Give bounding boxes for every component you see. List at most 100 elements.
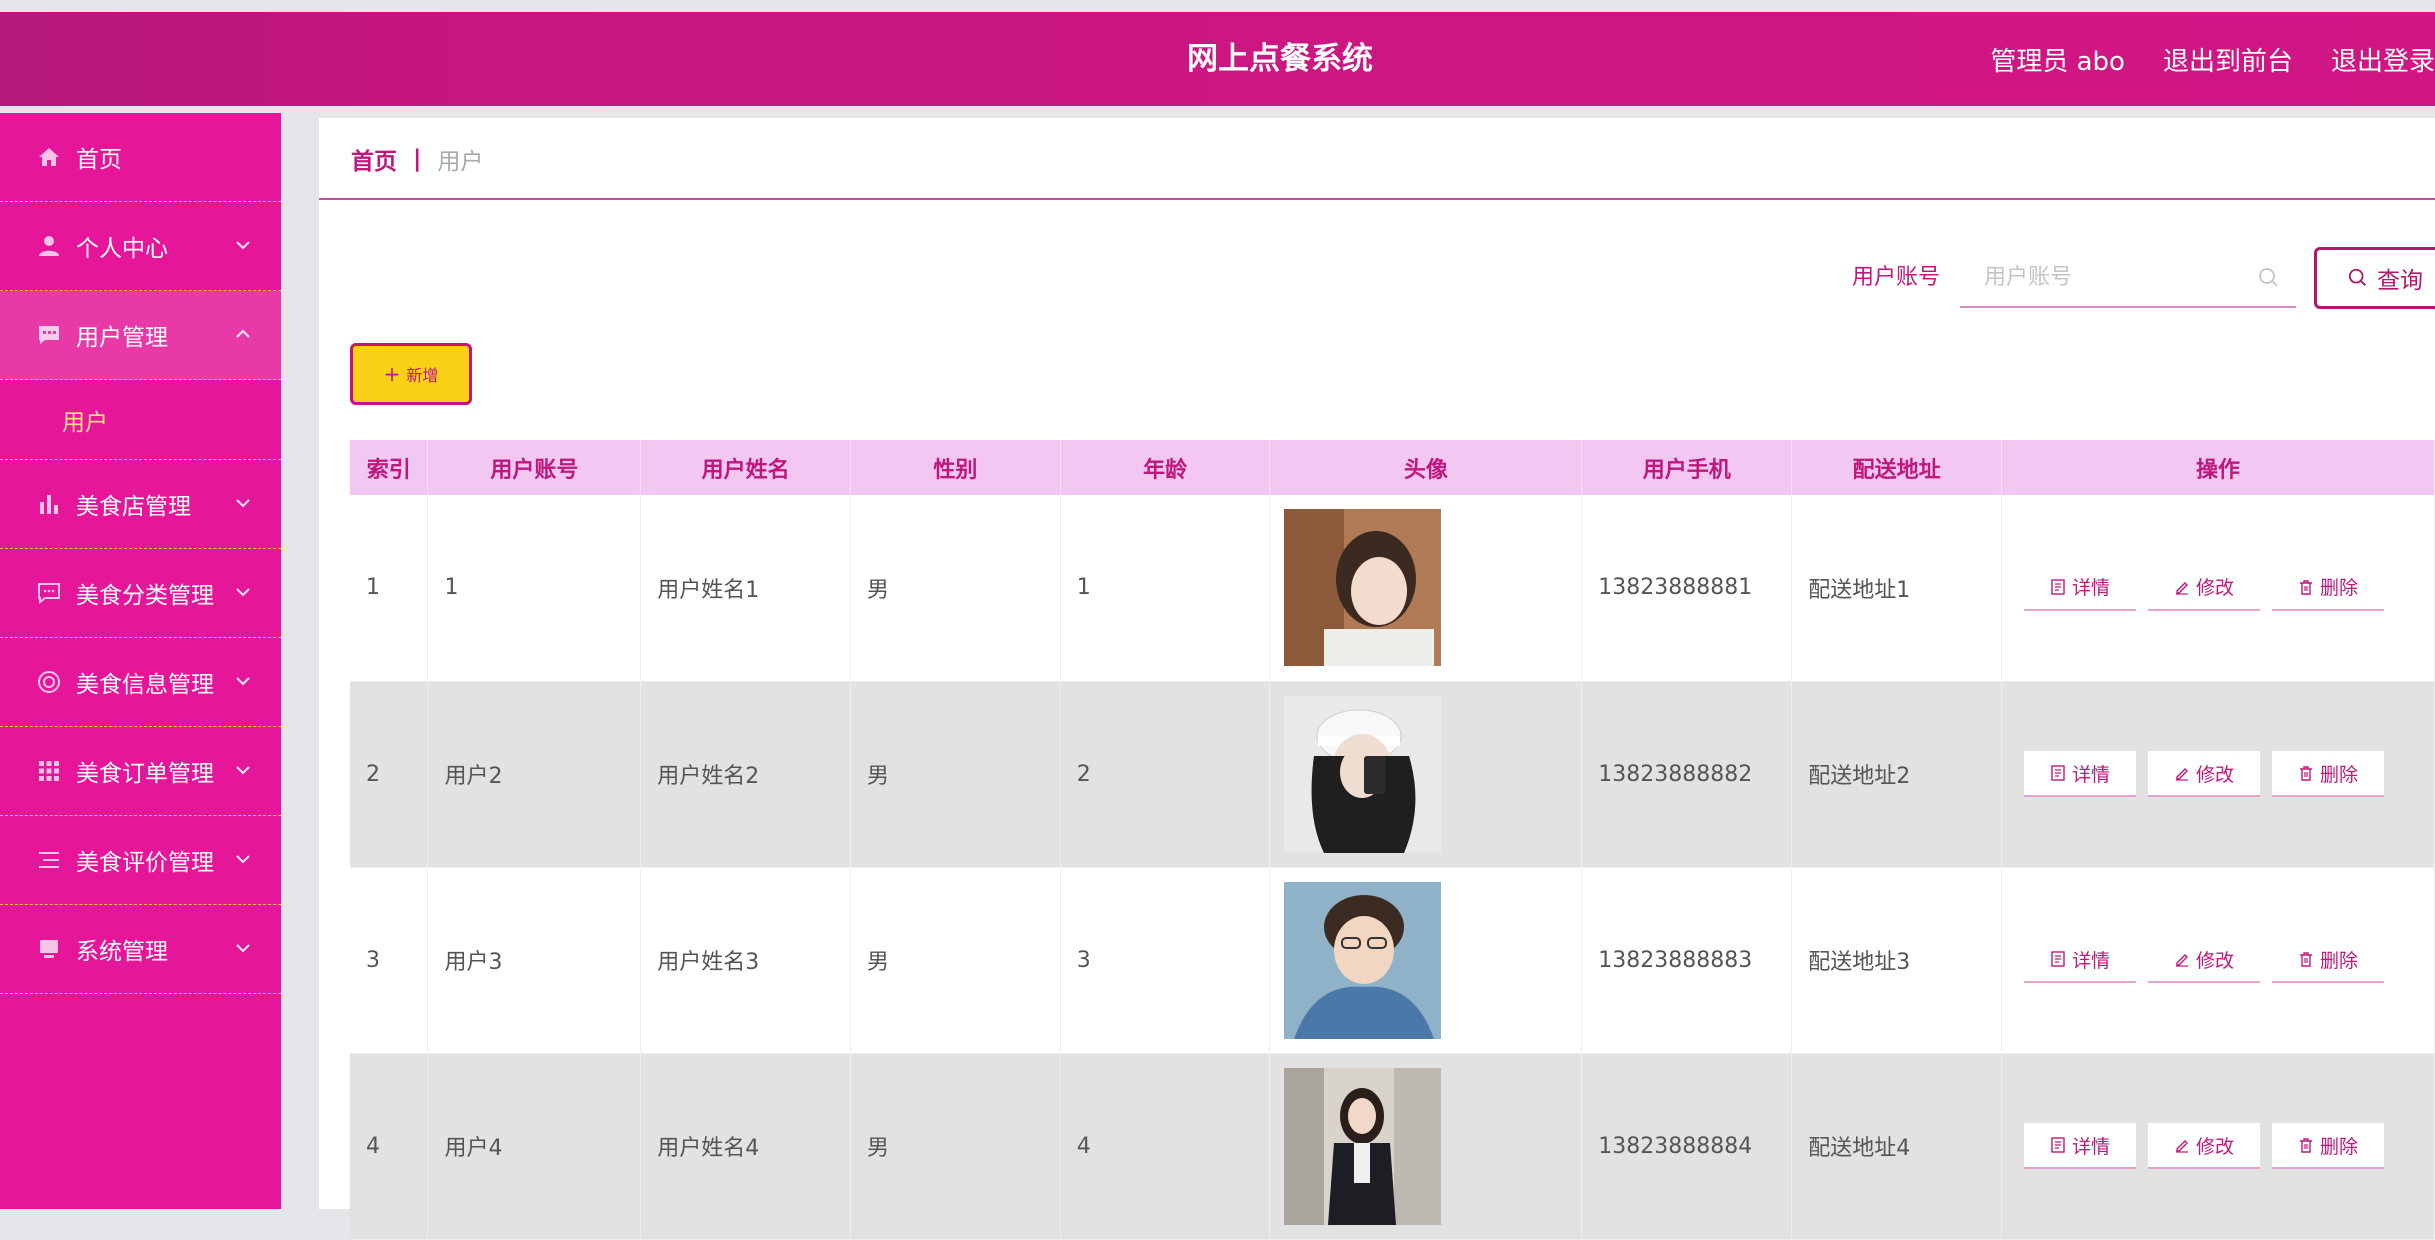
document-icon (2051, 951, 2065, 967)
column-header-account: 用户账号 (427, 440, 642, 495)
edit-button[interactable]: 修改 (2148, 751, 2260, 797)
document-icon (2051, 579, 2065, 595)
header-actions: 管理员 abo 退出到前台 退出登录 (1990, 12, 2435, 106)
search-icon (2259, 268, 2278, 287)
avatar (1284, 1067, 1442, 1225)
row-actions: 详情 修改 删除 (2018, 1123, 2434, 1169)
breadcrumb-home[interactable]: 首页 (351, 142, 397, 176)
chevron-down-icon (236, 499, 250, 508)
sidebar-item-category-management[interactable]: 美食分类管理 (0, 549, 281, 638)
delete-button-label: 删除 (2319, 949, 2358, 972)
sidebar-item-profile[interactable]: 个人中心 (0, 202, 281, 291)
cell-address: 配送地址2 (1791, 681, 2002, 868)
chevron-down-icon (236, 766, 250, 775)
sidebar-item-shop-management[interactable]: 美食店管理 (0, 460, 281, 549)
cell-age: 4 (1060, 1053, 1271, 1240)
admin-user-link[interactable]: 管理员 abo (1990, 41, 2125, 78)
monitor-icon (36, 936, 62, 962)
detail-button-label: 详情 (2071, 949, 2110, 972)
sidebar-item-user-management[interactable]: 用户管理 (0, 291, 281, 380)
cell-actions: 详情 修改 删除 (2001, 495, 2435, 682)
column-header-phone: 用户手机 (1581, 440, 1793, 495)
user-icon (36, 233, 62, 259)
query-button-label: 查询 (2377, 268, 2423, 294)
avatar (1284, 881, 1442, 1039)
cell-name: 用户姓名1 (640, 495, 851, 682)
cell-actions: 详情 修改 删除 (2001, 1053, 2435, 1240)
breadcrumb: 首页 | 用户 (351, 118, 483, 200)
chevron-down-icon (236, 855, 250, 864)
row-actions: 详情 修改 删除 (2018, 564, 2434, 611)
sidebar-item-label: 美食评价管理 (76, 850, 214, 876)
breadcrumb-separator: | (413, 146, 422, 172)
edit-button[interactable]: 修改 (2148, 1123, 2260, 1169)
delete-button[interactable]: 删除 (2272, 564, 2384, 611)
detail-button[interactable]: 详情 (2024, 937, 2136, 983)
cell-account: 用户2 (427, 681, 642, 868)
table-header-row: 索引 用户账号 用户姓名 性别 年龄 头像 用户手机 配送地址 操作 (350, 440, 2435, 495)
delete-button[interactable]: 删除 (2272, 751, 2384, 797)
column-header-actions: 操作 (2001, 440, 2435, 495)
cell-index: 3 (350, 867, 429, 1054)
main-content: 首页 | 用户 用户账号 查询 + 新增 索引 用户账号 用户姓名 性别 年龄 … (319, 118, 2435, 1240)
chevron-down-icon (236, 241, 250, 250)
cell-gender: 男 (850, 495, 1061, 682)
detail-button-label: 详情 (2071, 763, 2110, 786)
sidebar-item-label: 美食分类管理 (76, 583, 214, 609)
sidebar-item-label: 美食店管理 (76, 494, 191, 520)
logout-link[interactable]: 退出登录 (2331, 41, 2435, 78)
sidebar-item-label: 首页 (76, 147, 122, 173)
cell-name: 用户姓名4 (640, 1053, 851, 1240)
delete-button[interactable]: 删除 (2272, 1123, 2384, 1169)
search-input[interactable] (1960, 248, 2296, 308)
grid-icon (36, 758, 62, 784)
cell-gender: 男 (850, 1053, 1061, 1240)
trash-icon (2299, 1138, 2312, 1153)
sidebar-item-label: 个人中心 (76, 236, 168, 262)
cell-age: 1 (1060, 495, 1271, 682)
column-header-address: 配送地址 (1791, 440, 2002, 495)
document-icon (2051, 1137, 2065, 1153)
edit-button-label: 修改 (2195, 949, 2234, 972)
row-actions: 详情 修改 删除 (2018, 751, 2434, 797)
detail-button[interactable]: 详情 (2024, 1123, 2136, 1169)
sidebar-item-order-management[interactable]: 美食订单管理 (0, 727, 281, 816)
sidebar-item-food-info-management[interactable]: 美食信息管理 (0, 638, 281, 727)
cell-age: 3 (1060, 867, 1271, 1054)
cell-address: 配送地址1 (1791, 495, 2002, 682)
delete-button-label: 删除 (2319, 1135, 2358, 1158)
sidebar-item-system-management[interactable]: 系统管理 (0, 905, 281, 994)
cell-name: 用户姓名3 (640, 867, 851, 1054)
home-icon (36, 144, 62, 170)
sidebar-item-review-management[interactable]: 美食评价管理 (0, 816, 281, 905)
detail-button[interactable]: 详情 (2024, 751, 2136, 797)
exit-to-front-link[interactable]: 退出到前台 (2163, 41, 2293, 78)
column-header-name: 用户姓名 (640, 440, 851, 495)
sidebar-subitem-user[interactable]: 用户 (0, 380, 281, 460)
chevron-down-icon (236, 944, 250, 953)
detail-button[interactable]: 详情 (2024, 564, 2136, 611)
edit-button[interactable]: 修改 (2148, 564, 2260, 611)
sidebar-item-home[interactable]: 首页 (0, 113, 281, 202)
edit-button[interactable]: 修改 (2148, 937, 2260, 983)
edit-icon (2175, 581, 2188, 595)
cell-avatar (1269, 1053, 1583, 1240)
cell-account: 用户4 (427, 1053, 642, 1240)
edit-icon (2175, 768, 2188, 781)
table-row: 4 用户4 用户姓名4 男 4 13823888884 配送地址4 详情 修改 … (350, 1053, 2435, 1240)
cell-gender: 男 (850, 681, 1061, 868)
detail-button-label: 详情 (2071, 577, 2110, 600)
cell-actions: 详情 修改 删除 (2001, 681, 2435, 868)
chat-icon (36, 322, 62, 348)
add-button[interactable]: + 新增 (350, 343, 472, 405)
cell-account: 用户3 (427, 867, 642, 1054)
trash-icon (2299, 580, 2312, 595)
cell-phone: 13823888883 (1581, 867, 1793, 1054)
breadcrumb-divider (319, 198, 2435, 200)
sidebar-item-label: 用户管理 (76, 325, 168, 351)
lifebuoy-icon (36, 669, 62, 695)
column-header-age: 年龄 (1060, 440, 1271, 495)
search-label: 用户账号 (1852, 265, 1941, 290)
delete-button[interactable]: 删除 (2272, 937, 2384, 983)
query-button[interactable]: 查询 (2314, 247, 2435, 309)
